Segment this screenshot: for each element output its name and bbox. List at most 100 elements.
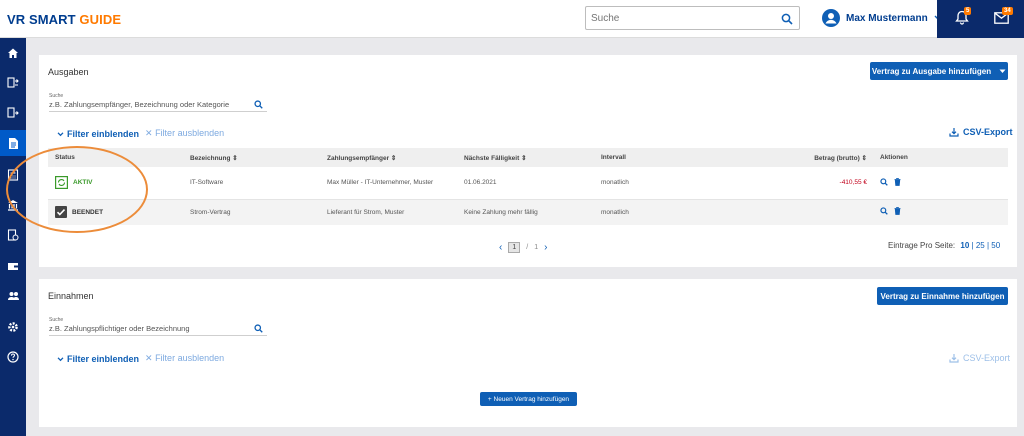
expenses-card: Ausgaben Vertrag zu Ausgabe hinzufügen S…	[39, 55, 1017, 267]
messages-button[interactable]: 34	[994, 7, 1013, 29]
per-page-option-25[interactable]: 25	[976, 241, 985, 250]
expenses-filter-bar: Filter einblenden ✕ Filter ausblenden	[57, 128, 224, 139]
column-header-label: Aktionen	[880, 154, 908, 161]
sidebar-item-people[interactable]	[0, 283, 26, 309]
cell-betrag	[768, 199, 873, 225]
income-search-field[interactable]: z.B. Zahlungspflichtiger oder Bezeichnun…	[49, 324, 267, 336]
sidebar-item-expenses[interactable]	[0, 100, 26, 126]
income-search-placeholder: z.B. Zahlungspflichtiger oder Bezeichnun…	[49, 324, 190, 333]
logo-text-vr-smart: VR SMART	[7, 12, 76, 27]
column-header-label: Betrag (brutto)	[814, 154, 860, 162]
help-icon	[7, 351, 19, 363]
column-header-bezeichnung[interactable]: Bezeichnung ⇕	[183, 148, 320, 167]
expenses-search-label: Suche	[49, 93, 64, 99]
chevron-right-icon[interactable]: ›	[544, 242, 547, 253]
cell-empfaenger: Lieferant für Strom, Muster	[327, 208, 405, 216]
add-income-contract-button[interactable]: Vertrag zu Einnahme hinzufügen	[877, 287, 1008, 305]
sidebar-item-home[interactable]	[0, 40, 26, 66]
column-header-faelligkeit[interactable]: Nächste Fälligkeit ⇕	[457, 148, 594, 167]
wallet-icon	[8, 263, 18, 270]
notifications-button[interactable]: 5	[955, 7, 972, 30]
add-income-contract-label: Vertrag zu Einnahme hinzufügen	[880, 291, 1005, 301]
caret-down-icon	[999, 69, 1006, 73]
cell-bezeichnung: Strom-Vertrag	[190, 208, 231, 216]
income-title: Einnahmen	[48, 291, 94, 301]
chevron-down-icon	[57, 131, 64, 136]
page-separator: /	[526, 244, 529, 251]
column-header-aktionen: Aktionen	[873, 148, 1008, 167]
people-icon	[7, 292, 19, 300]
column-header-zahlungsempfaenger[interactable]: Zahlungsempfänger ⇕	[320, 148, 457, 167]
table-header-row: Status Bezeichnung ⇕ Zahlungsempfänger ⇕…	[48, 148, 1008, 167]
transfer-in-icon	[7, 77, 19, 88]
chevron-left-icon[interactable]: ‹	[499, 242, 502, 253]
search-icon[interactable]	[781, 12, 793, 30]
global-search-input[interactable]	[586, 7, 766, 29]
search-icon[interactable]	[254, 100, 263, 111]
sidebar-item-documents[interactable]	[0, 222, 26, 248]
current-page[interactable]: 1	[508, 242, 521, 253]
column-header-label: Bezeichnung	[190, 154, 231, 162]
user-menu[interactable]: Max Mustermann	[822, 9, 942, 27]
sidebar-item-settings[interactable]	[0, 314, 26, 340]
per-page-option-50[interactable]: 50	[991, 241, 1000, 250]
logo-text-guide: GUIDE	[79, 12, 122, 27]
search-icon[interactable]	[880, 178, 888, 188]
trash-icon[interactable]	[894, 177, 901, 188]
expenses-search-placeholder: z.B. Zahlungsempfänger, Bezeichnung oder…	[49, 100, 230, 109]
expenses-csv-export-label: CSV-Export	[963, 127, 1013, 137]
notifications-badge: 5	[964, 7, 972, 15]
sidebar-item-help[interactable]	[0, 344, 26, 370]
table-row[interactable]: BEENDET Strom-Vertrag Lieferant für Stro…	[48, 199, 1008, 225]
cell-faelligkeit: 01.06.2021	[464, 179, 497, 187]
cell-intervall: monatlich	[601, 208, 629, 216]
cell-actions	[873, 199, 1008, 225]
chevron-down-icon	[57, 356, 64, 361]
global-search[interactable]	[585, 6, 800, 30]
sidebar-item-wallet[interactable]	[0, 253, 26, 279]
expenses-filter-show[interactable]: Filter einblenden	[57, 129, 139, 139]
expenses-pagination: ‹ 1 / 1 ›	[499, 242, 547, 253]
income-card: Einnahmen Vertrag zu Einnahme hinzufügen…	[39, 279, 1017, 427]
sidebar	[0, 38, 26, 436]
document-check-icon	[7, 229, 19, 241]
per-page-option-10[interactable]: 10	[960, 241, 969, 250]
income-filter-bar: Filter einblenden ✕ Filter ausblenden	[57, 353, 224, 364]
expenses-csv-export[interactable]: CSV-Export	[949, 127, 1013, 137]
income-search-label: Suche	[49, 317, 64, 323]
app-logo[interactable]: VR SMART GUIDE	[7, 12, 121, 27]
income-csv-export[interactable]: CSV-Export	[949, 353, 1010, 363]
expenses-table: Status Bezeichnung ⇕ Zahlungsempfänger ⇕…	[48, 148, 1008, 225]
cell-faelligkeit: Keine Zahlung mehr fällig	[464, 208, 538, 216]
trash-icon[interactable]	[894, 207, 901, 217]
income-filter-hide-label: Filter ausblenden	[155, 353, 225, 363]
sidebar-item-contracts[interactable]	[0, 130, 26, 156]
new-contract-button[interactable]: + Neuen Vertrag hinzufügen	[480, 392, 577, 406]
new-contract-label: + Neuen Vertrag hinzufügen	[487, 395, 570, 403]
transfer-out-icon	[7, 107, 19, 118]
sidebar-item-income[interactable]	[0, 70, 26, 96]
expenses-search-field[interactable]: z.B. Zahlungsempfänger, Bezeichnung oder…	[49, 100, 267, 112]
top-bar: VR SMART GUIDE Max Mustermann 5 34	[0, 0, 1024, 38]
cell-betrag: -410,55 €	[839, 179, 867, 187]
table-row[interactable]: AKTIV IT-Software Max Müller - IT-Untern…	[48, 167, 1008, 199]
column-header-label: Intervall	[601, 154, 626, 161]
user-name: Max Mustermann	[846, 12, 928, 24]
expenses-filter-hide[interactable]: ✕ Filter ausblenden	[145, 128, 224, 139]
column-header-betrag[interactable]: Betrag (brutto) ⇕	[768, 148, 873, 167]
annotation-highlight-circle	[6, 146, 148, 233]
column-header-intervall: Intervall	[594, 148, 768, 167]
search-icon[interactable]	[880, 207, 888, 217]
income-filter-show[interactable]: Filter einblenden	[57, 354, 139, 364]
expenses-filter-hide-label: Filter ausblenden	[155, 128, 225, 138]
expenses-filter-show-label: Filter einblenden	[67, 128, 140, 139]
income-filter-hide[interactable]: ✕ Filter ausblenden	[145, 353, 224, 364]
home-icon	[8, 48, 18, 58]
income-filter-show-label: Filter einblenden	[67, 353, 140, 364]
document-icon	[8, 137, 18, 149]
add-expense-contract-button[interactable]: Vertrag zu Ausgabe hinzufügen	[870, 62, 1008, 80]
search-icon[interactable]	[254, 324, 263, 335]
per-page-selector: Eintrage Pro Seite: 10 | 25 | 50	[888, 241, 1001, 250]
column-header-label: Nächste Fälligkeit	[464, 154, 520, 162]
header-action-area	[937, 0, 1024, 38]
